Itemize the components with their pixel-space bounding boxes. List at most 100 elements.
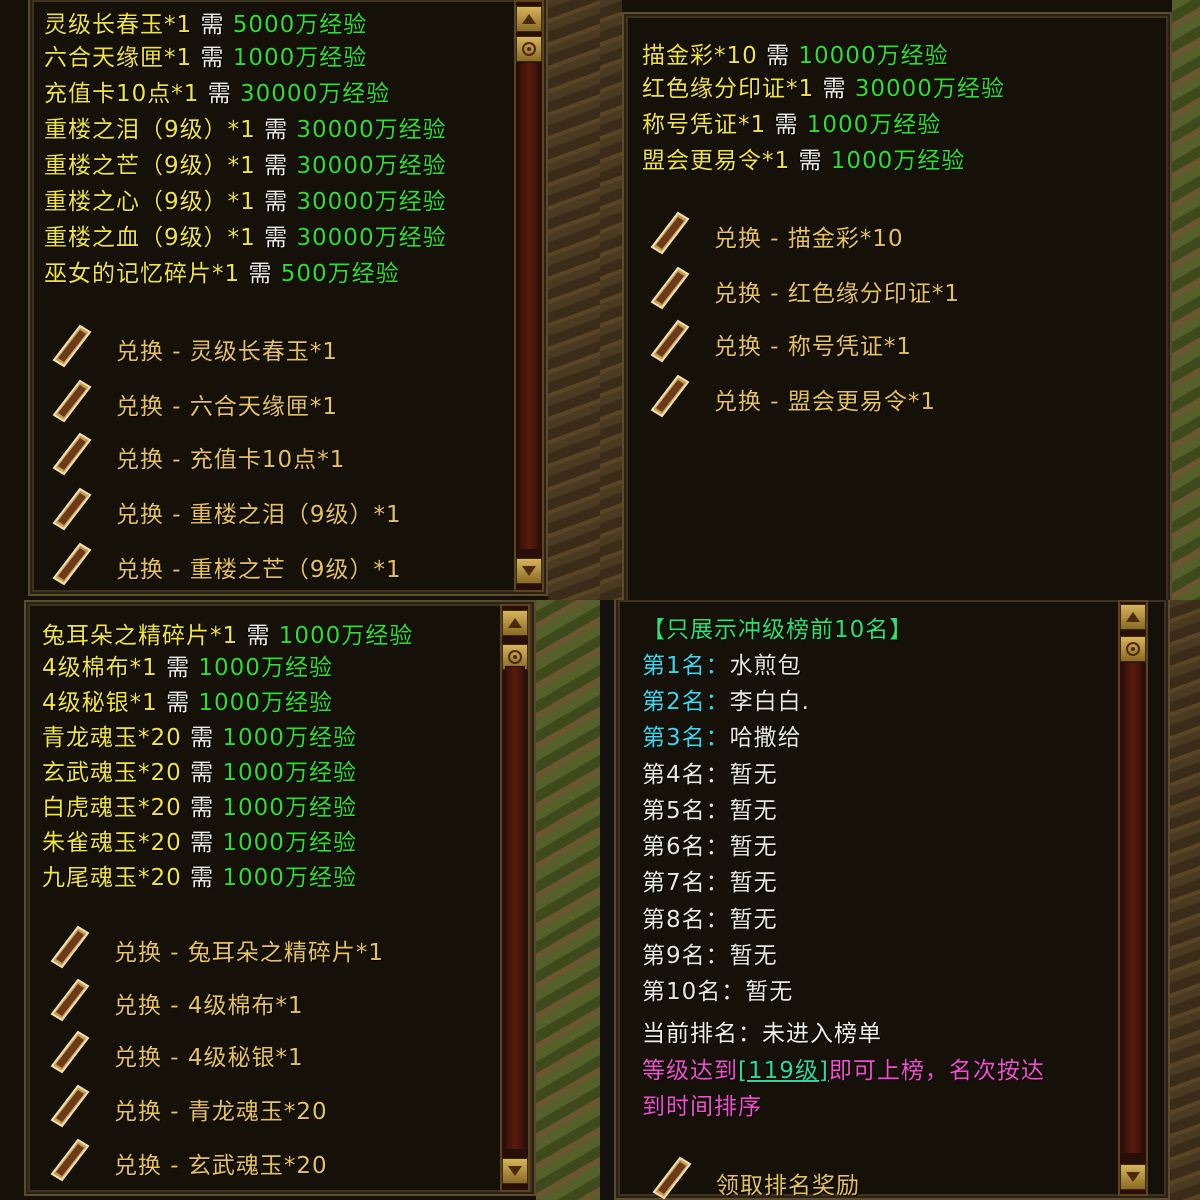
- scrollbar[interactable]: [1118, 600, 1148, 1196]
- exchange-button[interactable]: 兑换 - 重楼之泪（9级）*1: [50, 487, 470, 533]
- exp-cost: 30000万经验: [296, 153, 447, 179]
- item-name: 灵级长春玉*1: [44, 12, 193, 38]
- ranking-row: 第10名：暂无: [642, 972, 793, 1006]
- scroll-up-button[interactable]: [502, 610, 528, 636]
- exp-cost: 30000万经验: [296, 117, 447, 143]
- exchange-label: 兑换 - 六合天缘匣*1: [116, 394, 339, 420]
- scroll-down-button[interactable]: [502, 1158, 528, 1184]
- requirement-row: 重楼之泪（9级）*1 需 30000万经验: [44, 110, 447, 144]
- panel-top-right: 描金彩*10 需 10000万经验 红色缘分印证*1 需 30000万经验 称号…: [600, 0, 1200, 600]
- requirement-row: 白虎魂玉*20 需 1000万经验: [42, 788, 357, 822]
- exchange-button[interactable]: 兑换 - 六合天缘匣*1: [50, 379, 470, 425]
- scroll-thumb[interactable]: [516, 36, 542, 62]
- scrollbar[interactable]: [500, 604, 530, 1192]
- need-label: 需: [166, 655, 191, 681]
- item-name: 六合天缘匣*1: [44, 45, 193, 71]
- player-name: 暂无: [729, 943, 778, 969]
- exp-cost: 30000万经验: [296, 225, 447, 251]
- exp-cost: 30000万经验: [240, 81, 391, 107]
- rule-text: 即可上榜，名次按达: [828, 1058, 1045, 1084]
- exchange-button[interactable]: 兑换 - 兔耳朵之精碎片*1: [48, 925, 468, 971]
- scroll-up-button[interactable]: [1120, 604, 1146, 630]
- rank-label: 第7名: [642, 870, 706, 896]
- item-name: 4级棉布*1: [42, 655, 158, 681]
- item-name: 玄武魂玉*20: [42, 760, 182, 786]
- rank-separator: ：: [705, 689, 730, 715]
- exchange-button[interactable]: 兑换 - 玄武魂玉*20: [48, 1138, 468, 1184]
- item-name: 称号凭证*1: [642, 112, 767, 138]
- exchange-label: 兑换 - 描金彩*10: [714, 226, 904, 252]
- scroll-thumb[interactable]: [1120, 636, 1146, 662]
- exchange-button[interactable]: 兑换 - 灵级长春玉*1: [50, 324, 470, 370]
- need-label: 需: [264, 117, 289, 143]
- exp-cost: 1000万经验: [830, 148, 966, 174]
- rank-separator: ：: [705, 870, 730, 896]
- background-scene: [536, 600, 600, 1200]
- exchange-button[interactable]: 兑换 - 称号凭证*1: [648, 319, 1088, 365]
- item-name: 朱雀魂玉*20: [42, 830, 182, 856]
- exchange-button[interactable]: 兑换 - 描金彩*10: [648, 211, 1088, 257]
- exp-cost: 1000万经验: [198, 690, 333, 716]
- need-label: 需: [207, 81, 232, 107]
- exp-cost: 1000万经验: [222, 795, 357, 821]
- scroll-track[interactable]: [1123, 662, 1143, 1154]
- scroll-token-icon: [650, 374, 690, 418]
- exchange-label: 兑换 - 灵级长春玉*1: [116, 339, 339, 365]
- player-name: 暂无: [729, 834, 778, 860]
- exchange-label: 兑换 - 盟会更易令*1: [714, 389, 937, 415]
- level-requirement-link[interactable]: [119级]: [738, 1058, 829, 1084]
- rank-separator: ：: [705, 834, 730, 860]
- scroll-token-icon: [652, 1156, 692, 1200]
- requirement-row: 重楼之血（9级）*1 需 30000万经验: [44, 218, 447, 252]
- scroll-down-button[interactable]: [516, 558, 542, 584]
- exp-cost: 1000万经验: [198, 655, 333, 681]
- exchange-button[interactable]: 兑换 - 4级棉布*1: [48, 978, 468, 1024]
- exchange-button[interactable]: 兑换 - 充值卡10点*1: [50, 432, 470, 478]
- need-label: 需: [190, 725, 215, 751]
- rank-label: 第4名: [642, 762, 706, 788]
- exp-cost: 1000万经验: [222, 865, 357, 891]
- scroll-token-icon: [650, 266, 690, 310]
- rule-text: 等级达到: [642, 1058, 738, 1084]
- player-name: 暂无: [729, 798, 778, 824]
- requirement-row: 描金彩*10 需 10000万经验: [642, 36, 949, 70]
- scroll-up-button[interactable]: [516, 6, 542, 32]
- background-scene: [600, 0, 622, 600]
- exchange-label: 兑换 - 称号凭证*1: [714, 334, 913, 360]
- scroll-down-arrow-icon: [522, 566, 536, 576]
- rank-label: 第2名: [642, 689, 706, 715]
- scroll-track[interactable]: [519, 62, 539, 550]
- rank-label: 第1名: [642, 653, 706, 679]
- rank-separator: ：: [721, 979, 746, 1005]
- scroll-token-icon: [50, 1084, 90, 1128]
- requirement-row: 红色缘分印证*1 需 30000万经验: [642, 69, 1005, 103]
- scroll-token-icon: [50, 1138, 90, 1182]
- exchange-button[interactable]: 兑换 - 红色缘分印证*1: [648, 266, 1088, 312]
- exp-cost: 1000万经验: [278, 623, 414, 649]
- item-name: 青龙魂玉*20: [42, 725, 182, 751]
- rule-text: 到时间排序: [642, 1094, 762, 1120]
- background-scene: [548, 0, 600, 600]
- rank-separator: ：: [705, 943, 730, 969]
- claim-reward-button[interactable]: 领取排名奖励: [650, 1156, 1050, 1200]
- panel-bottom-right: 【只展示冲级榜前10名】 第1名：水煎包 第2名：李白白. 第3名：哈撒给 第4…: [600, 600, 1200, 1200]
- item-name: 盟会更易令*1: [642, 148, 791, 174]
- exchange-button[interactable]: 兑换 - 重楼之芒（9级）*1: [50, 542, 470, 588]
- exchange-button[interactable]: 兑换 - 青龙魂玉*20: [48, 1084, 468, 1130]
- exchange-button[interactable]: 兑换 - 盟会更易令*1: [648, 374, 1088, 420]
- item-name: 重楼之心（9级）*1: [44, 189, 256, 215]
- requirement-row: 灵级长春玉*1 需 5000万经验: [44, 5, 367, 39]
- requirement-row: 称号凭证*1 需 1000万经验: [642, 105, 941, 139]
- rank-separator: ：: [705, 798, 730, 824]
- item-name: 描金彩*10: [642, 43, 758, 69]
- ranking-header: 【只展示冲级榜前10名】: [642, 617, 914, 643]
- exchange-label: 兑换 - 重楼之芒（9级）*1: [116, 557, 402, 583]
- scroll-track[interactable]: [505, 666, 525, 1150]
- scroll-down-button[interactable]: [1120, 1164, 1146, 1190]
- scrollbar[interactable]: [514, 0, 544, 592]
- item-name: 重楼之血（9级）*1: [44, 225, 256, 251]
- player-name: 李白白.: [729, 689, 810, 715]
- exp-cost: 1000万经验: [806, 112, 942, 138]
- exchange-button[interactable]: 兑换 - 4级秘银*1: [48, 1030, 468, 1076]
- exchange-label: 兑换 - 玄武魂玉*20: [114, 1153, 328, 1179]
